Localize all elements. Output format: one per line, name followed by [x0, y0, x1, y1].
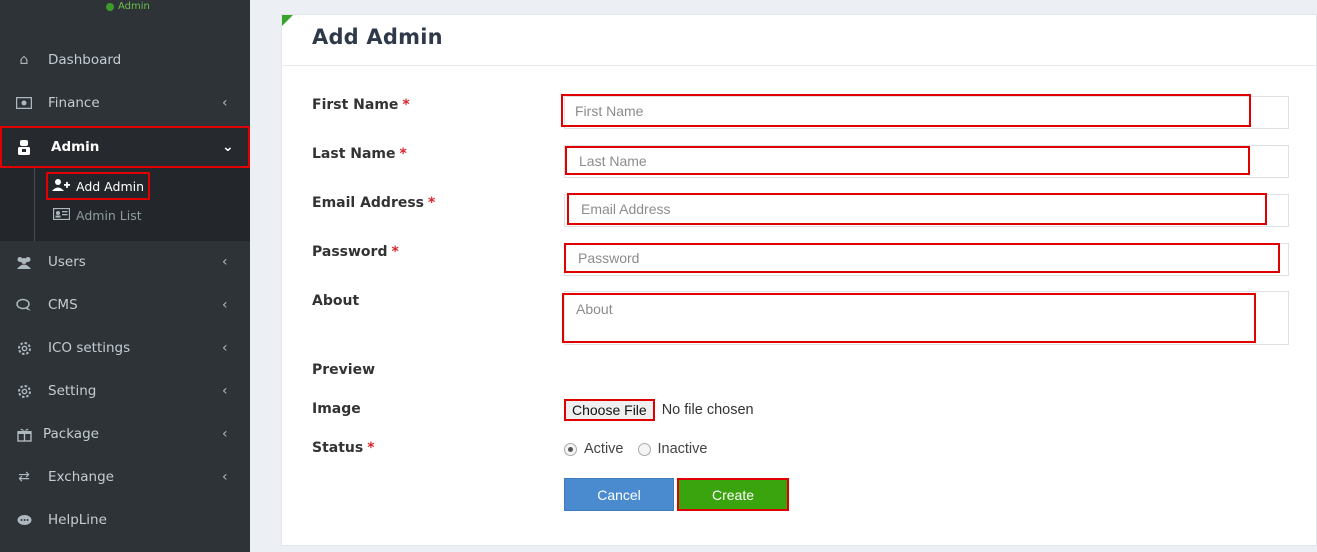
id-card-icon — [52, 207, 70, 223]
sidebar-item-dashboard[interactable]: ⌂ Dashboard — [0, 40, 250, 80]
about-label-text: About — [312, 293, 360, 309]
sidebar-item-setting[interactable]: Setting ‹ — [0, 371, 250, 411]
status-text: Admin — [118, 1, 150, 12]
email-label: Email Address * — [312, 195, 435, 211]
email-input[interactable] — [567, 193, 1267, 225]
sidebar-item-label: Admin — [51, 139, 100, 155]
chevron-left-icon: ‹ — [222, 469, 228, 485]
image-file-input: Choose File No file chosen — [564, 399, 754, 421]
money-icon — [15, 94, 33, 112]
status-active-label[interactable]: Active — [584, 441, 624, 457]
status-label: Status * — [312, 440, 375, 456]
sidebar-item-label: Exchange — [48, 469, 114, 485]
chevron-left-icon: ‹ — [222, 383, 228, 399]
chevron-left-icon: ‹ — [222, 95, 228, 111]
page-title: Add Admin — [312, 25, 443, 49]
online-status: Admin — [106, 1, 150, 12]
required-mark: * — [399, 146, 407, 162]
gear-icon — [15, 339, 33, 357]
sidebar: Admin ⌂ Dashboard Finance ‹ Admin ⌄ Add … — [0, 0, 250, 552]
sidebar-item-users[interactable]: Users ‹ — [0, 242, 250, 282]
admin-submenu: Add Admin Admin List — [0, 168, 250, 241]
last-name-label-text: Last Name — [312, 146, 396, 162]
chevron-left-icon: ‹ — [222, 340, 228, 356]
exchange-icon: ⇄ — [18, 469, 30, 485]
first-name-label: First Name * — [312, 97, 410, 113]
password-input[interactable] — [564, 243, 1280, 273]
preview-label: Preview — [312, 362, 376, 378]
sidebar-item-exchange[interactable]: ⇄ Exchange ‹ — [0, 457, 250, 497]
sidebar-item-label: Setting — [48, 383, 97, 399]
chevron-left-icon: ‹ — [222, 426, 228, 442]
gift-icon — [15, 425, 33, 443]
status-active-radio[interactable] — [564, 442, 577, 456]
sidebar-item-label: Finance — [48, 95, 100, 111]
image-label: Image — [312, 401, 361, 417]
required-mark: * — [428, 195, 436, 211]
last-name-label: Last Name * — [312, 146, 407, 162]
status-inactive-label[interactable]: Inactive — [658, 441, 708, 457]
password-label: Password * — [312, 244, 399, 260]
users-icon — [15, 253, 33, 271]
admin-icon — [15, 138, 33, 156]
status-radio-group: Active Inactive — [564, 441, 721, 457]
submenu-item-label: Add Admin — [76, 178, 145, 194]
status-inactive-radio[interactable] — [637, 442, 651, 456]
first-name-label-text: First Name — [312, 97, 399, 113]
sidebar-item-ico-settings[interactable]: ICO settings ‹ — [0, 328, 250, 368]
user-plus-icon — [52, 178, 70, 194]
submenu-item-label: Admin List — [76, 207, 142, 223]
online-dot-icon — [106, 2, 114, 11]
card-header: Add Admin — [282, 15, 1316, 66]
chevron-left-icon: ‹ — [222, 297, 228, 313]
submenu-line — [34, 168, 35, 241]
sidebar-item-label: HelpLine — [48, 512, 107, 528]
sidebar-item-label: ICO settings — [48, 340, 131, 356]
create-button[interactable]: Create — [677, 478, 789, 511]
file-status-text: No file chosen — [661, 402, 754, 418]
status-label-text: Status — [312, 440, 364, 456]
password-label-text: Password — [312, 244, 388, 260]
cog-icon — [15, 382, 33, 400]
comment-icon — [15, 511, 33, 529]
chat-icon — [15, 296, 33, 314]
home-icon: ⌂ — [19, 52, 29, 68]
sidebar-item-finance[interactable]: Finance ‹ — [0, 83, 250, 123]
submenu-item-admin-list[interactable]: Admin List — [46, 201, 148, 229]
sidebar-item-admin[interactable]: Admin ⌄ — [0, 126, 250, 168]
sidebar-item-cms[interactable]: CMS ‹ — [0, 285, 250, 325]
first-name-input[interactable] — [561, 94, 1251, 127]
sidebar-item-label: CMS — [48, 297, 78, 313]
about-label: About — [312, 293, 359, 309]
chevron-down-icon: ⌄ — [222, 139, 234, 155]
sidebar-item-label: Package — [43, 426, 99, 442]
sidebar-item-package[interactable]: Package ‹ — [0, 414, 250, 454]
required-mark: * — [402, 97, 410, 113]
sidebar-item-label: Dashboard — [48, 52, 122, 68]
last-name-input[interactable] — [565, 146, 1250, 175]
add-admin-card: Add Admin First Name* Last Name* Email A… — [281, 14, 1317, 546]
sidebar-item-helpline[interactable]: HelpLine — [0, 500, 250, 540]
email-label-text: Email Address — [312, 195, 425, 211]
choose-file-button[interactable]: Choose File — [564, 399, 655, 421]
about-textarea[interactable] — [562, 293, 1256, 343]
chevron-left-icon: ‹ — [222, 254, 228, 270]
sidebar-item-label: Users — [48, 254, 86, 270]
cancel-button[interactable]: Cancel — [564, 478, 674, 511]
required-mark: * — [367, 440, 375, 456]
submenu-item-add-admin[interactable]: Add Admin — [46, 172, 151, 200]
required-mark: * — [391, 244, 399, 260]
